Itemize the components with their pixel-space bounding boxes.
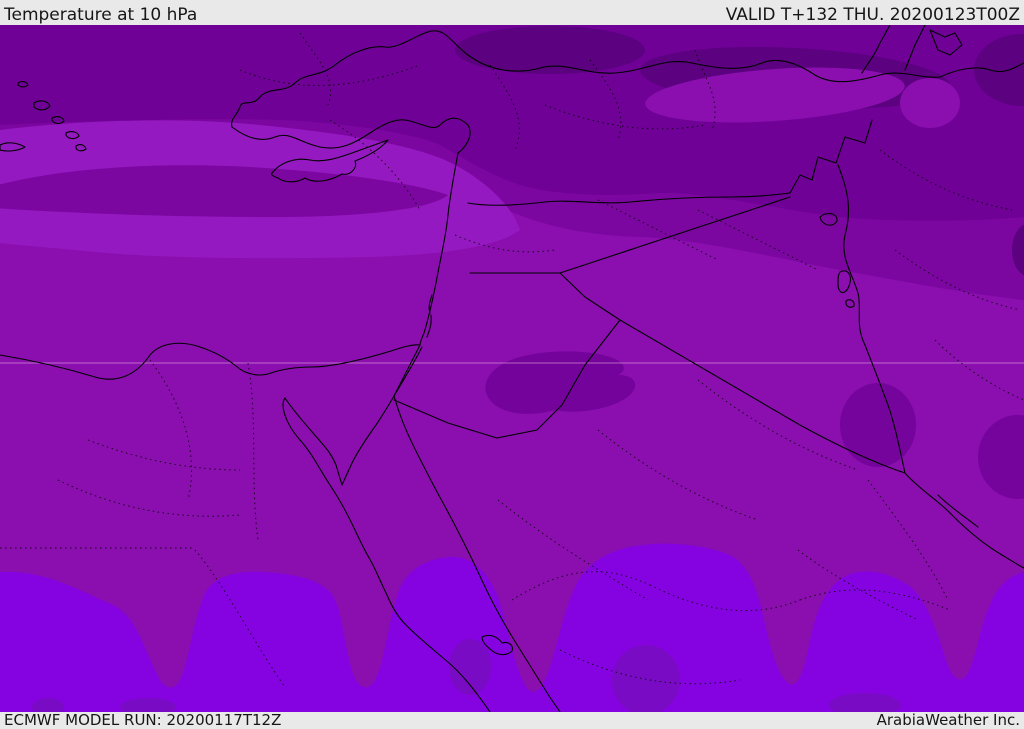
map-footer: ECMWF MODEL RUN: 20200117T12Z ArabiaWeat… xyxy=(0,712,1024,729)
temperature-map xyxy=(0,25,1024,712)
map-header: Temperature at 10 hPa VALID T+132 THU. 2… xyxy=(0,0,1024,25)
temp-violet-dull-4 xyxy=(612,645,680,712)
temp-violet-dull-3 xyxy=(449,639,491,695)
valid-time-label: VALID T+132 THU. 20200123T00Z xyxy=(725,5,1020,25)
weather-map-window: Temperature at 10 hPa VALID T+132 THU. 2… xyxy=(0,0,1024,729)
temp-blob-darkest-1 xyxy=(455,26,645,74)
page-title: Temperature at 10 hPa xyxy=(4,5,198,25)
temp-blob-iran-1 xyxy=(840,383,916,467)
map-canvas xyxy=(0,25,1024,712)
brand-label: ArabiaWeather Inc. xyxy=(876,711,1020,729)
model-run-label: ECMWF MODEL RUN: 20200117T12Z xyxy=(4,711,282,729)
temp-patch-warm-2 xyxy=(900,78,960,128)
